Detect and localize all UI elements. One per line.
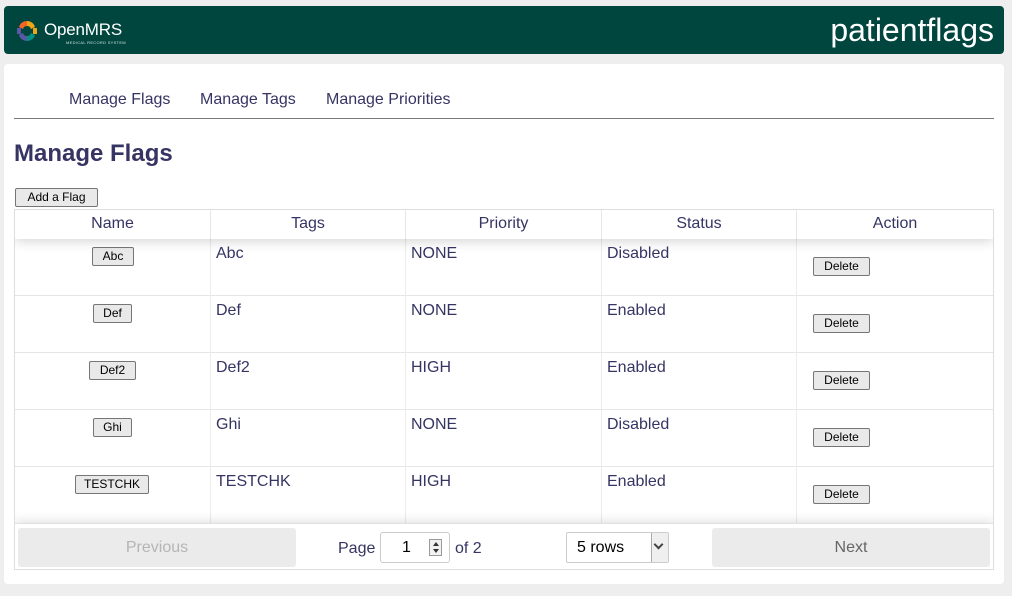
column-header-status[interactable]: Status (602, 210, 797, 239)
flags-table: Name Tags Priority Status Action Abc Abc… (14, 209, 994, 570)
add-flag-button[interactable]: Add a Flag (15, 188, 98, 207)
name-cell: TESTCHK (15, 467, 211, 524)
pagination-bar: Previous Page 1 of 2 5 rows Next (15, 523, 993, 569)
status-value: Enabled (607, 359, 666, 376)
manage-tabs: Manage Flags Manage Tags Manage Prioriti… (14, 84, 994, 119)
name-cell: Abc (15, 239, 211, 296)
rows-per-page-select[interactable]: 5 rows (566, 532, 669, 563)
page-title: Manage Flags (14, 140, 173, 167)
table-row: Def Def NONE Enabled Delete (15, 296, 993, 353)
dropdown-arrow[interactable] (651, 533, 668, 562)
status-cell: Disabled (602, 239, 797, 296)
spin-down-icon[interactable] (433, 549, 439, 553)
table-row: Def2 Def2 HIGH Enabled Delete (15, 353, 993, 410)
main-content: Manage Flags Manage Tags Manage Prioriti… (4, 64, 1004, 584)
page-number-value: 1 (402, 539, 411, 556)
status-cell: Disabled (602, 410, 797, 467)
column-header-action[interactable]: Action (797, 210, 993, 239)
priority-value: NONE (411, 416, 458, 433)
tab-manage-priorities[interactable]: Manage Priorities (326, 91, 451, 109)
status-value: Enabled (607, 302, 666, 319)
name-cell: Ghi (15, 410, 211, 467)
chevron-down-icon (653, 539, 664, 550)
tags-value: Def2 (216, 359, 250, 376)
action-cell: Delete (797, 239, 993, 296)
status-cell: Enabled (602, 296, 797, 353)
tab-manage-flags[interactable]: Manage Flags (69, 91, 170, 109)
status-cell: Enabled (602, 353, 797, 410)
logo-text: OpenMRS (44, 20, 122, 39)
priority-cell: NONE (406, 239, 602, 296)
tags-cell: Abc (211, 239, 406, 296)
flag-name-button[interactable]: Abc (92, 247, 134, 266)
tags-value: Def (216, 302, 241, 319)
flag-name-button[interactable]: Def (93, 304, 132, 323)
tags-cell: Def (211, 296, 406, 353)
app-header: OpenMRS MEDICAL RECORD SYSTEM patientfla… (4, 6, 1004, 54)
tags-cell: Def2 (211, 353, 406, 410)
status-cell: Enabled (602, 467, 797, 524)
previous-page-button[interactable]: Previous (18, 528, 296, 567)
openmrs-logo-icon (17, 20, 37, 42)
flag-name-button[interactable]: Def2 (89, 361, 136, 380)
flag-name-button[interactable]: Ghi (93, 418, 132, 437)
flag-name-button[interactable]: TESTCHK (75, 475, 149, 494)
delete-button[interactable]: Delete (813, 314, 870, 333)
priority-cell: NONE (406, 410, 602, 467)
tab-manage-tags[interactable]: Manage Tags (200, 91, 296, 109)
priority-value: NONE (411, 302, 458, 319)
module-name: patientflags (830, 12, 994, 48)
tags-cell: TESTCHK (211, 467, 406, 524)
page-number-input[interactable]: 1 (380, 532, 450, 563)
tags-cell: Ghi (211, 410, 406, 467)
name-cell: Def (15, 296, 211, 353)
status-value: Disabled (607, 245, 670, 262)
delete-button[interactable]: Delete (813, 428, 870, 447)
column-header-tags[interactable]: Tags (211, 210, 406, 239)
openmrs-logo[interactable]: OpenMRS MEDICAL RECORD SYSTEM (15, 17, 126, 49)
tags-value: Ghi (216, 416, 241, 433)
priority-value: HIGH (411, 359, 451, 376)
priority-value: HIGH (411, 473, 451, 490)
action-cell: Delete (797, 353, 993, 410)
delete-button[interactable]: Delete (813, 485, 870, 504)
priority-value: NONE (411, 245, 458, 262)
page-spinner[interactable] (429, 539, 442, 556)
column-header-name[interactable]: Name (15, 210, 211, 239)
page-total-label: of 2 (455, 540, 482, 557)
status-value: Enabled (607, 473, 666, 490)
table-row: TESTCHK TESTCHK HIGH Enabled Delete (15, 467, 993, 524)
action-cell: Delete (797, 410, 993, 467)
delete-button[interactable]: Delete (813, 257, 870, 276)
action-cell: Delete (797, 296, 993, 353)
page-label: Page (338, 540, 376, 557)
spin-up-icon[interactable] (433, 542, 439, 546)
action-cell: Delete (797, 467, 993, 524)
table-row: Abc Abc NONE Disabled Delete (15, 239, 993, 296)
column-header-priority[interactable]: Priority (406, 210, 602, 239)
tags-value: TESTCHK (216, 473, 291, 490)
priority-cell: HIGH (406, 353, 602, 410)
tags-value: Abc (216, 245, 244, 262)
logo-subtitle: MEDICAL RECORD SYSTEM (66, 40, 126, 45)
table-header: Name Tags Priority Status Action (15, 210, 993, 239)
priority-cell: NONE (406, 296, 602, 353)
name-cell: Def2 (15, 353, 211, 410)
next-page-button[interactable]: Next (712, 528, 990, 567)
table-row: Ghi Ghi NONE Disabled Delete (15, 410, 993, 467)
status-value: Disabled (607, 416, 670, 433)
priority-cell: HIGH (406, 467, 602, 524)
rows-per-page-value: 5 rows (577, 539, 625, 556)
delete-button[interactable]: Delete (813, 371, 870, 390)
